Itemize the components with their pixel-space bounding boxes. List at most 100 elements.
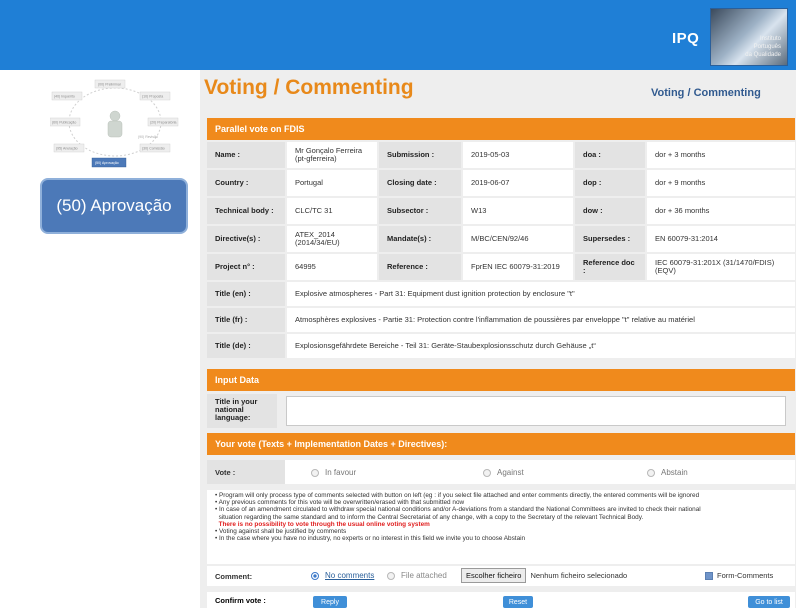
note-item: • Voting against shall be justified by c…: [215, 528, 347, 536]
note-text: Any previous comments for this vote will…: [218, 499, 465, 507]
reference-value: FprEN IEC 60079-31:2019: [463, 254, 573, 280]
title-de-value: Explosionsgefährdete Bereiche - Teil 31:…: [287, 334, 795, 358]
country-value: Portugal: [287, 170, 377, 196]
logo-caption: Instituto Português da Qualidade: [745, 35, 781, 59]
stage-approval-button[interactable]: (50) Aprovação: [40, 178, 188, 234]
closing-date-label: Closing date :: [379, 170, 461, 196]
note-item: • In case of an amendment circulated to …: [215, 506, 701, 514]
reference-doc-value: IEC 60079-31:201X (31/1470/FDIS) (EQV): [647, 254, 795, 280]
reply-button[interactable]: Reply: [313, 596, 347, 608]
title-row: Title (fr) : Atmosphères explosives - Pa…: [207, 308, 795, 332]
technical-body-label: Technical body :: [207, 198, 285, 224]
vote-label: Vote :: [207, 460, 285, 484]
file-status-text: Nenhum ficheiro selecionado: [530, 571, 628, 580]
comment-option-file-attached[interactable]: File attached: [387, 571, 447, 580]
details-row: Name : Mr Gonçalo Ferreira (pt-gferreira…: [207, 142, 795, 168]
diagram-node-60-label: (60) Publicação: [52, 121, 76, 125]
title-en-label: Title (en) :: [207, 282, 285, 306]
choose-file-button[interactable]: Escolher ficheiro: [461, 568, 527, 583]
closing-date-value: 2019-06-07: [463, 170, 573, 196]
diagram-node-20-label: (20) Preparatória: [150, 121, 177, 125]
comment-label: Comment:: [215, 571, 253, 581]
against-label: Against: [497, 468, 524, 477]
section-header-parallel-vote: Parallel vote on FDIS: [207, 118, 795, 140]
doa-label: doa :: [575, 142, 645, 168]
stage-cycle-diagram: (00) Preliminar (10) Proposta (20) Prepa…: [50, 79, 179, 168]
note-text: In case of an amendment circulated to wi…: [219, 506, 701, 514]
name-label: Name :: [207, 142, 285, 168]
national-title-row: Title in your national language:: [207, 394, 795, 428]
note-item: • Program will only process type of comm…: [215, 492, 700, 499]
dow-label: dow :: [575, 198, 645, 224]
diagram-node-00-label: (00) Preliminar: [98, 83, 122, 87]
submission-value: 2019-05-03: [463, 142, 573, 168]
vote-option-against[interactable]: Against: [483, 468, 524, 477]
title-fr-label: Title (fr) :: [207, 308, 285, 332]
abstain-label: Abstain: [661, 468, 688, 477]
subsector-label: Subsector :: [379, 198, 461, 224]
directives-value: ATEX_2014 (2014/34/EU): [287, 226, 377, 252]
reset-button[interactable]: Reset: [503, 596, 533, 608]
details-row: Technical body : CLC/TC 31 Subsector : W…: [207, 198, 795, 224]
reference-label: Reference :: [379, 254, 461, 280]
diagram-node-50-label: (50) Aprovação: [95, 161, 119, 165]
diagram-node-10-label: (10) Proposta: [142, 95, 163, 99]
supersedes-value: EN 60079-31:2014: [647, 226, 795, 252]
note-item: • In the case where you have no industry…: [215, 535, 526, 543]
confirm-vote-label: Confirm vote :: [215, 595, 266, 605]
reference-doc-label: Reference doc :: [575, 254, 645, 280]
title-en-value: Explosive atmospheres - Part 31: Equipme…: [287, 282, 795, 306]
title-row: Title (en) : Explosive atmospheres - Par…: [207, 282, 795, 306]
diagram-figure: [107, 110, 123, 138]
subsector-value: W13: [463, 198, 573, 224]
note-item: • Any previous comments for this vote wi…: [215, 499, 465, 507]
radio-file-attached[interactable]: [387, 571, 395, 580]
form-comments-option[interactable]: Form-Comments: [705, 571, 773, 580]
doa-value: dor + 3 months: [647, 142, 795, 168]
diagram-node-90-label: (90) Revisão: [138, 135, 158, 139]
comment-option-no-comments[interactable]: No comments: [311, 571, 374, 580]
logo-caption-line-2: Português: [753, 44, 781, 50]
national-title-input[interactable]: [286, 396, 786, 426]
country-label: Country :: [207, 170, 285, 196]
radio-abstain[interactable]: [647, 468, 655, 477]
radio-against[interactable]: [483, 468, 491, 477]
file-attached-label: File attached: [401, 571, 447, 580]
project-number-label: Project n° :: [207, 254, 285, 280]
diagram-node-95-label: (95) Anulação: [56, 147, 78, 151]
go-to-list-button[interactable]: Go to list: [748, 596, 790, 608]
note-text: In the case where you have no industry, …: [219, 535, 526, 543]
note-text: Program will only process type of commen…: [219, 492, 700, 499]
mandates-label: Mandate(s) :: [379, 226, 461, 252]
dop-value: dor + 9 months: [647, 170, 795, 196]
radio-no-comments[interactable]: [311, 571, 319, 580]
page-subtitle: Voting / Commenting: [651, 87, 761, 99]
dop-label: dop :: [575, 170, 645, 196]
details-row: Directive(s) : ATEX_2014 (2014/34/EU) Ma…: [207, 226, 795, 252]
vote-option-in-favour[interactable]: In favour: [311, 468, 356, 477]
section-header-input-data: Input Data: [207, 369, 795, 391]
national-title-label: Title in your national language:: [207, 394, 277, 428]
voting-notes: • Program will only process type of comm…: [207, 490, 795, 564]
project-number-value: 64995: [287, 254, 377, 280]
comment-row: Comment: No comments File attached Escol…: [207, 566, 795, 586]
supersedes-label: Supersedes :: [575, 226, 645, 252]
details-row: Country : Portugal Closing date : 2019-0…: [207, 170, 795, 196]
title-row: Title (de) : Explosionsgefährdete Bereic…: [207, 334, 795, 358]
top-banner: IPQ Instituto Português da Qualidade: [0, 0, 796, 70]
form-comments-checkbox[interactable]: [705, 571, 713, 580]
submission-label: Submission :: [379, 142, 461, 168]
dow-value: dor + 36 months: [647, 198, 795, 224]
vote-details-grid: Name : Mr Gonçalo Ferreira (pt-gferreira…: [207, 142, 795, 360]
vote-option-abstain[interactable]: Abstain: [647, 468, 688, 477]
ipq-logo-image: Instituto Português da Qualidade: [710, 8, 788, 66]
radio-in-favour[interactable]: [311, 468, 319, 477]
note-item: situation regarding the same standard an…: [215, 514, 787, 521]
mandates-value: M/BC/CEN/92/46: [463, 226, 573, 252]
note-warning-text: There is no possibility to vote through …: [218, 520, 430, 528]
title-de-label: Title (de) :: [207, 334, 285, 358]
name-value: Mr Gonçalo Ferreira (pt-gferreira): [287, 142, 377, 168]
form-comments-label: Form-Comments: [717, 571, 774, 580]
page-title: Voting / Commenting: [204, 76, 414, 99]
diagram-node-40-label: (40) Inquérito: [54, 95, 75, 99]
